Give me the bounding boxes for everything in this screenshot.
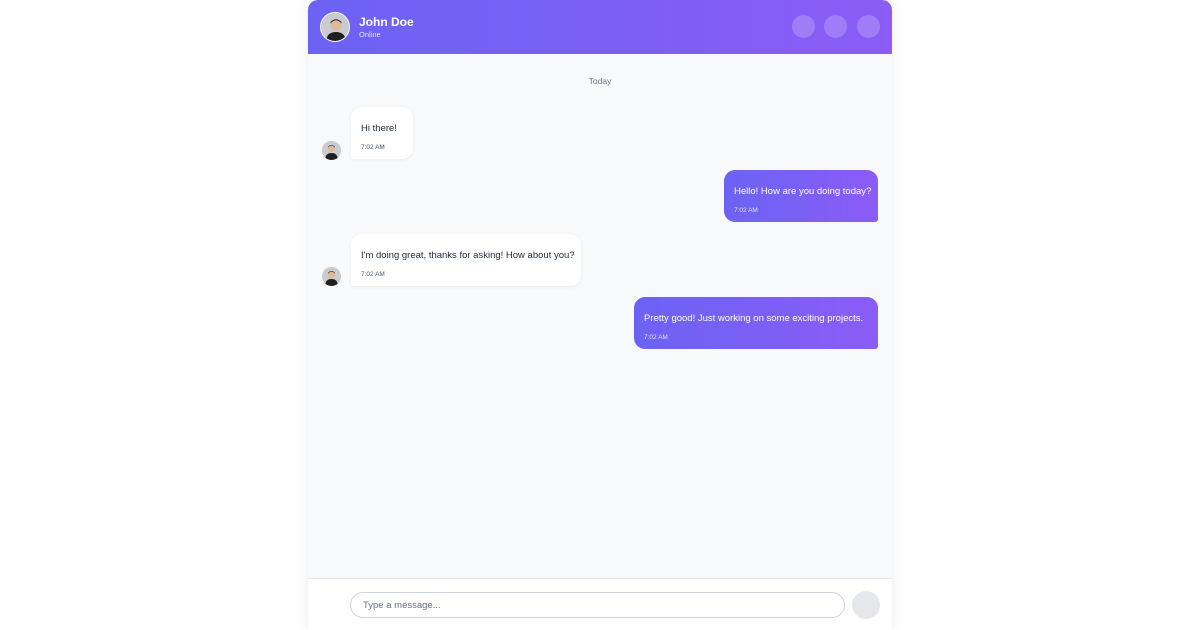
message-text: Hi there! [361,123,397,134]
message-bubble[interactable]: I'm doing great, thanks for asking! How … [351,234,581,286]
phone-button[interactable] [792,15,815,38]
contact-status: Online [359,30,381,39]
video-button[interactable] [824,15,847,38]
send-button[interactable] [852,591,880,619]
message-text: Pretty good! Just working on some exciti… [644,313,864,324]
chat-header: John Doe Online [308,0,892,54]
message-text: Hello! How are you doing today? [734,186,872,197]
message-time: 7:02 AM [361,271,385,278]
message-avatar [322,141,341,160]
person-icon [322,141,341,160]
contact-name: John Doe [359,15,414,29]
message-input[interactable] [350,592,845,618]
person-icon [322,267,341,286]
message-time: 7:02 AM [644,334,668,341]
message-bubble[interactable]: Hello! How are you doing today? 7:02 AM [724,170,878,222]
message-avatar [322,267,341,286]
chat-window: John Doe Online Today Hi there! 7:02 AM … [308,0,892,630]
message-text: I'm doing great, thanks for asking! How … [361,250,575,261]
message-bubble[interactable]: Pretty good! Just working on some exciti… [634,297,878,349]
message-bubble[interactable]: Hi there! 7:02 AM [351,107,413,159]
more-button[interactable] [857,15,880,38]
message-time: 7:02 AM [734,207,758,214]
avatar[interactable] [320,12,350,42]
date-divider: Today [588,76,612,86]
person-icon [321,13,349,41]
message-time: 7:02 AM [361,144,385,151]
message-composer [308,578,892,630]
